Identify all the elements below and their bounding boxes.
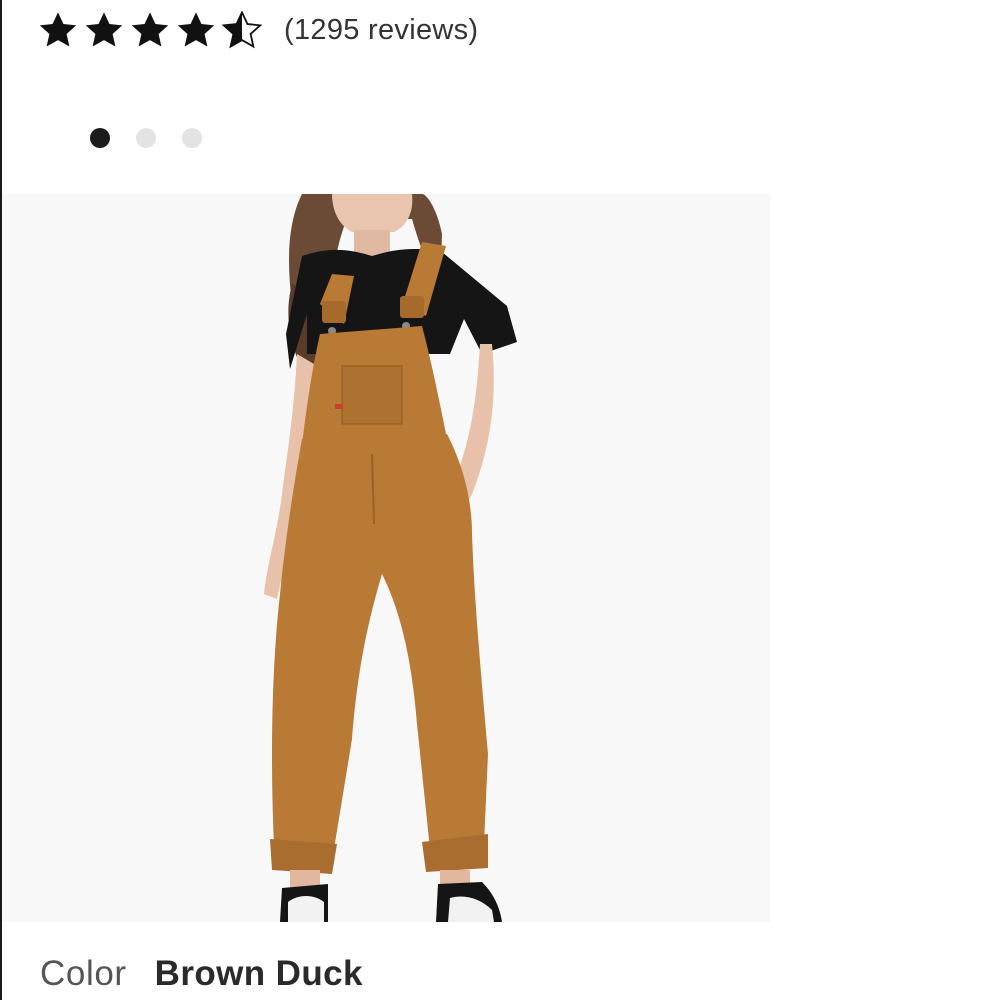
product-photo-overalls-icon [264, 194, 517, 922]
star-full-icon [84, 11, 124, 49]
star-full-icon [38, 11, 78, 49]
star-half-icon [222, 11, 262, 49]
carousel-dot-3[interactable] [182, 128, 202, 148]
review-count-link[interactable]: (1295 reviews) [284, 14, 478, 47]
carousel-dot-1[interactable] [90, 128, 110, 148]
rating-row[interactable]: (1295 reviews) [38, 8, 478, 52]
star-full-icon [176, 11, 216, 49]
carousel-indicators [90, 128, 202, 148]
carousel-dot-2[interactable] [136, 128, 156, 148]
star-full-icon [130, 11, 170, 49]
color-label: Color [40, 954, 127, 993]
star-rating [38, 11, 262, 49]
color-selection: Color Brown Duck [40, 954, 363, 994]
product-image[interactable] [2, 194, 770, 922]
color-value: Brown Duck [154, 954, 363, 993]
